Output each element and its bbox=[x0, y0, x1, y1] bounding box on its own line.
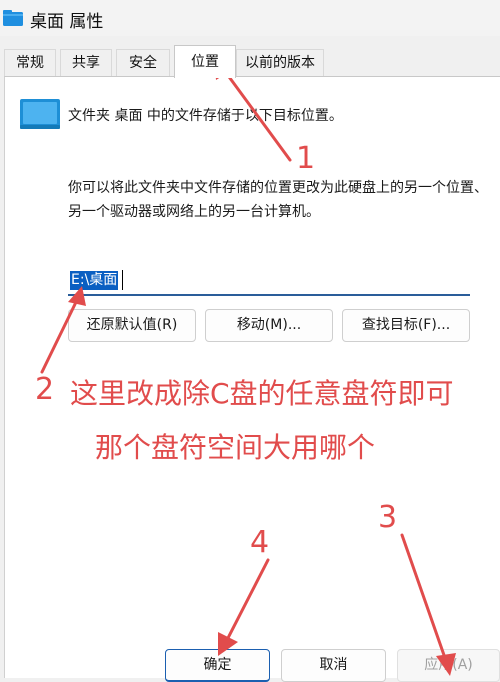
tab-previous-versions[interactable]: 以前的版本 bbox=[236, 49, 324, 76]
ok-button[interactable]: 确定 bbox=[165, 649, 270, 682]
apply-button[interactable]: 应用(A) bbox=[397, 649, 500, 682]
cancel-button[interactable]: 取消 bbox=[281, 649, 386, 682]
title-bar: 桌面 属性 bbox=[0, 0, 500, 36]
annotation-number-1: 1 bbox=[296, 141, 316, 176]
folder-icon bbox=[3, 10, 23, 26]
restore-default-button[interactable]: 还原默认值(R) bbox=[68, 309, 196, 342]
annotation-note-line-2: 那个盘符空间大用哪个 bbox=[95, 431, 376, 464]
annotation-number-3: 3 bbox=[378, 500, 398, 535]
location-path-input[interactable] bbox=[68, 266, 470, 296]
tab-security[interactable]: 安全 bbox=[116, 49, 170, 76]
tab-sharing[interactable]: 共享 bbox=[60, 49, 112, 76]
annotation-note-line-1: 这里改成除C盘的任意盘符即可 bbox=[70, 377, 454, 410]
annotation-number-2: 2 bbox=[35, 372, 55, 407]
location-description: 你可以将此文件夹中文件存储的位置更改为此硬盘上的另一个位置、另一个驱动器或网络上… bbox=[68, 180, 488, 220]
move-button[interactable]: 移动(M)... bbox=[205, 309, 333, 342]
folder-icon bbox=[20, 99, 60, 129]
location-intro-text: 文件夹 桌面 中的文件存储于以下目标位置。 bbox=[68, 108, 343, 124]
find-target-button[interactable]: 查找目标(F)... bbox=[342, 309, 470, 342]
tab-location[interactable]: 位置 bbox=[174, 45, 236, 78]
location-path-value: E:\桌面 bbox=[70, 271, 119, 290]
tab-strip: 常规 共享 安全 位置 以前的版本 bbox=[0, 45, 500, 78]
annotation-number-4: 4 bbox=[250, 525, 270, 560]
tab-general[interactable]: 常规 bbox=[4, 49, 56, 76]
text-caret bbox=[122, 270, 123, 290]
window-title: 桌面 属性 bbox=[30, 12, 104, 32]
